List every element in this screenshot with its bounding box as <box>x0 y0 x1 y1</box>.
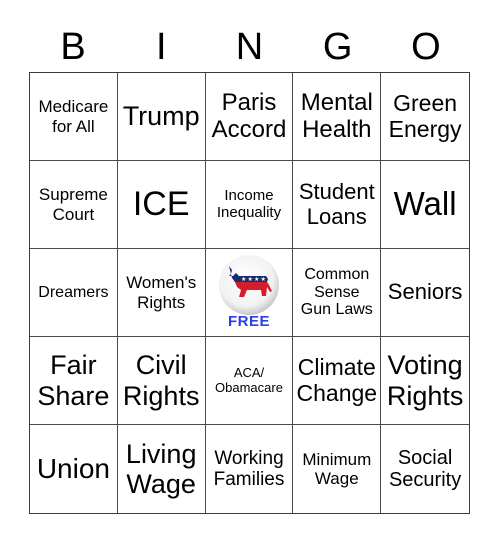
bingo-cell-text: Minimum Wage <box>302 449 372 488</box>
bingo-cell-text: Fair Share <box>37 350 110 411</box>
bingo-cell-text: Voting Rights <box>386 350 464 411</box>
bingo-cell[interactable]: Seniors <box>381 249 469 337</box>
free-label: FREE <box>227 313 270 331</box>
bingo-cell[interactable]: Common Sense Gun Laws <box>293 249 382 337</box>
bingo-header: B I N G O <box>29 22 470 72</box>
bingo-cell[interactable]: Fair Share <box>30 337 118 425</box>
bingo-cell[interactable]: ICE <box>117 161 206 249</box>
bingo-cell-free[interactable]: ★ ★ ★ ★ FREE <box>205 249 294 337</box>
bingo-cell-text: Income Inequality <box>216 186 282 221</box>
democratic-donkey-button-icon: ★ ★ ★ ★ <box>218 255 279 316</box>
bingo-cell-text: Wall <box>393 185 457 223</box>
svg-text:★: ★ <box>260 276 265 283</box>
bingo-cell[interactable]: Supreme Court <box>30 161 118 249</box>
bingo-cell[interactable]: Wall <box>381 161 469 249</box>
bingo-cell-text: Union <box>36 453 110 485</box>
header-letter-i: I <box>156 26 167 68</box>
bingo-cell[interactable]: Income Inequality <box>205 161 294 249</box>
bingo-cell[interactable]: Student Loans <box>293 161 382 249</box>
bingo-cell-text: Social Security <box>388 446 462 491</box>
bingo-grid: Medicare for All Trump Paris Accord Mental … <box>29 72 470 514</box>
bingo-cell[interactable]: Social Security <box>381 425 469 513</box>
bingo-cell[interactable]: Working Families <box>206 425 294 513</box>
free-space: ★ ★ ★ ★ FREE <box>217 254 281 331</box>
bingo-cell-text: Women's Rights <box>126 273 197 312</box>
bingo-cell-text: Supreme Court <box>38 185 108 224</box>
svg-text:★: ★ <box>254 276 259 283</box>
bingo-cell[interactable]: Union <box>30 425 118 513</box>
bingo-cell-text: Green Energy <box>388 89 462 142</box>
bingo-cell[interactable]: Paris Accord <box>205 73 294 161</box>
bingo-cell[interactable]: Medicare for All <box>30 73 118 161</box>
header-letter-b: B <box>60 26 86 68</box>
bingo-cell-text: Seniors <box>387 279 463 305</box>
bingo-cell-text: Mental Health <box>300 88 373 143</box>
bingo-cell[interactable]: Green Energy <box>381 73 469 161</box>
bingo-cell-text: ACA/ Obamacare <box>215 364 283 395</box>
header-letter-g: G <box>322 26 353 68</box>
bingo-cell[interactable]: Civil Rights <box>117 337 206 425</box>
bingo-cell[interactable]: Living Wage <box>118 425 206 513</box>
bingo-cell-text: Paris Accord <box>211 88 287 143</box>
header-letter-n: N <box>235 26 264 68</box>
bingo-cell-text: Student Loans <box>298 178 375 229</box>
bingo-cell-text: Trump <box>122 101 200 132</box>
bingo-cell[interactable]: Voting Rights <box>381 337 469 425</box>
bingo-cell-text: Dreamers <box>38 283 109 301</box>
bingo-cell[interactable]: Climate Change <box>293 337 382 425</box>
bingo-cell[interactable]: Trump <box>117 73 206 161</box>
bingo-cell[interactable]: Minimum Wage <box>293 425 382 513</box>
bingo-cell-text: Working Families <box>213 447 285 490</box>
header-letter-o: O <box>411 26 441 68</box>
bingo-cell-text: Medicare for All <box>38 97 109 136</box>
bingo-cell[interactable]: ACA/ Obamacare <box>205 337 294 425</box>
bingo-cell-text: Living Wage <box>125 438 197 499</box>
bingo-cell[interactable]: Women's Rights <box>117 249 206 337</box>
bingo-cell-text: Civil Rights <box>122 350 200 411</box>
svg-text:★: ★ <box>247 276 252 283</box>
bingo-cell-text: Climate Change <box>296 353 378 406</box>
bingo-cell[interactable]: Mental Health <box>293 73 382 161</box>
bingo-cell[interactable]: Dreamers <box>30 249 118 337</box>
bingo-cell-text: Common Sense Gun Laws <box>300 265 373 319</box>
svg-text:★: ★ <box>241 276 246 283</box>
bingo-cell-text: ICE <box>132 185 190 224</box>
